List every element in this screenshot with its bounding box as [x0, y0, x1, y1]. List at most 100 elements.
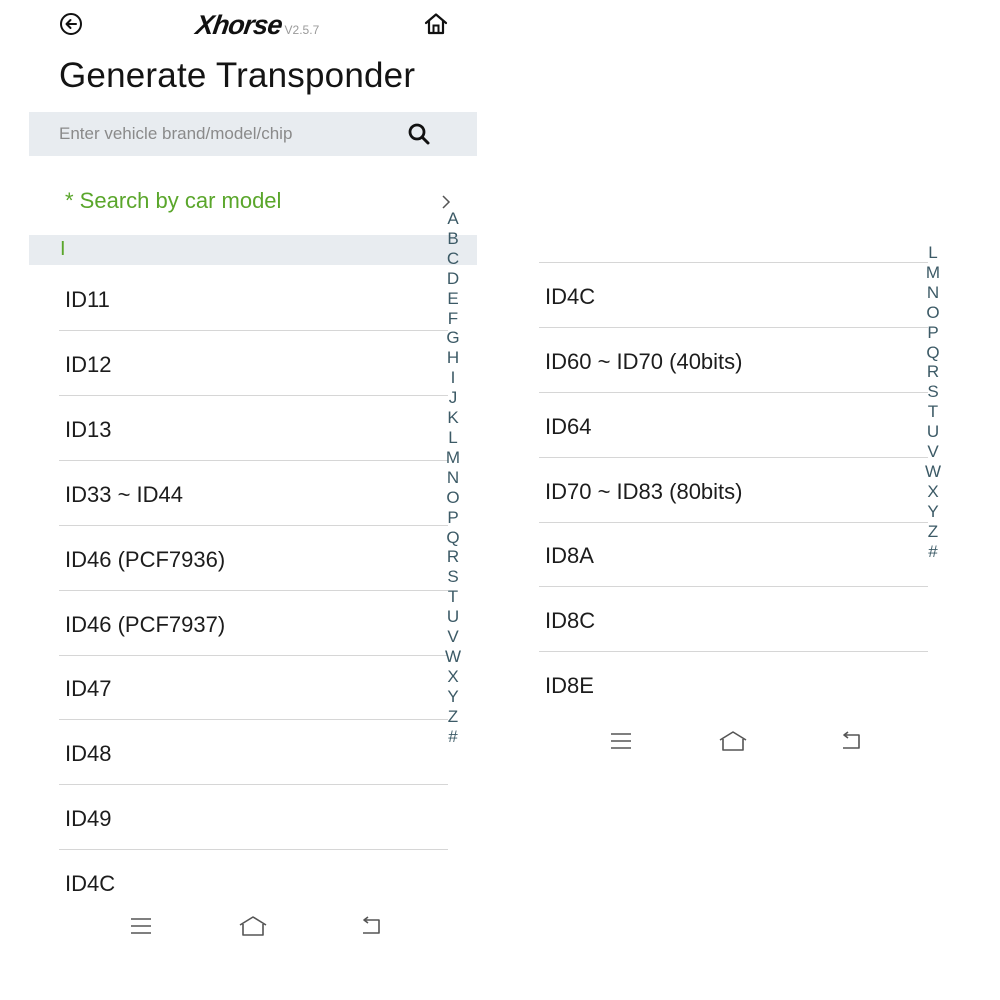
- index-letter[interactable]: S: [447, 567, 458, 587]
- search-icon[interactable]: [407, 122, 431, 146]
- home-outline-icon: [719, 731, 747, 751]
- nav-menu-button[interactable]: [604, 727, 638, 755]
- index-letter[interactable]: M: [446, 448, 460, 468]
- index-letter[interactable]: R: [447, 547, 459, 567]
- index-letter[interactable]: T: [928, 402, 938, 422]
- page-title: Generate Transponder: [59, 56, 416, 95]
- list-item-label: ID47: [65, 676, 112, 701]
- app-version: V2.5.7: [284, 23, 320, 37]
- list-item[interactable]: ID8E: [539, 652, 928, 716]
- list-item-label: ID13: [65, 417, 112, 442]
- return-icon: [843, 731, 860, 749]
- index-letter[interactable]: I: [451, 368, 456, 388]
- index-letter[interactable]: T: [448, 587, 458, 607]
- index-letter[interactable]: Z: [928, 522, 938, 542]
- logo-text: Xhorse: [193, 10, 284, 40]
- nav-menu-button[interactable]: [124, 912, 158, 940]
- index-letter[interactable]: Q: [926, 343, 939, 363]
- index-letter[interactable]: V: [447, 627, 458, 647]
- list-item[interactable]: ID48: [59, 720, 448, 785]
- index-letter[interactable]: D: [447, 269, 459, 289]
- index-letter[interactable]: O: [926, 303, 939, 323]
- list-item[interactable]: ID33 ~ ID44: [59, 461, 448, 526]
- list-item[interactable]: ID12: [59, 331, 448, 396]
- index-letter[interactable]: L: [448, 428, 457, 448]
- list-item[interactable]: ID4C: [59, 850, 448, 914]
- list-item-label: ID60 ~ ID70 (40bits): [545, 349, 743, 374]
- xhorse-logo: Xhorse V2.5.7: [193, 10, 320, 42]
- index-letter[interactable]: Y: [927, 502, 938, 522]
- home-icon[interactable]: [423, 11, 449, 37]
- list-item[interactable]: ID60 ~ ID70 (40bits): [539, 328, 928, 393]
- index-letter[interactable]: P: [447, 508, 458, 528]
- index-letter[interactable]: P: [927, 323, 938, 343]
- index-letter[interactable]: Y: [447, 687, 458, 707]
- search-by-car-model-link[interactable]: * Search by car model: [65, 188, 281, 214]
- index-letter[interactable]: L: [928, 243, 937, 263]
- index-letter[interactable]: R: [927, 362, 939, 382]
- search-input[interactable]: [29, 112, 399, 156]
- index-letter[interactable]: V: [927, 442, 938, 462]
- list-item-label: ID70 ~ ID83 (80bits): [545, 479, 743, 504]
- list-item-label: ID46 (PCF7937): [65, 612, 226, 637]
- return-icon: [363, 916, 380, 934]
- list-item-label: ID64: [545, 414, 592, 439]
- index-letter[interactable]: W: [445, 647, 461, 667]
- list-item-label: ID4C: [545, 284, 596, 309]
- list-item-label: ID4C: [65, 871, 116, 896]
- list-item-label: ID46 (PCF7936): [65, 547, 226, 572]
- index-letter[interactable]: B: [447, 229, 458, 249]
- index-letter[interactable]: #: [448, 727, 457, 747]
- list-item[interactable]: ID49: [59, 785, 448, 850]
- chevron-right-icon[interactable]: [440, 194, 452, 210]
- list-item[interactable]: ID13: [59, 396, 448, 461]
- index-letter[interactable]: U: [447, 607, 459, 627]
- list-item[interactable]: ID8A: [539, 522, 928, 587]
- list-item-label: ID8C: [545, 608, 596, 633]
- index-letter[interactable]: N: [927, 283, 939, 303]
- index-letter[interactable]: N: [447, 468, 459, 488]
- menu-icon: [611, 733, 631, 749]
- list-item[interactable]: ID70 ~ ID83 (80bits): [539, 458, 928, 523]
- index-letter[interactable]: K: [447, 408, 458, 428]
- back-arrow-icon[interactable]: [59, 12, 83, 36]
- index-letter[interactable]: X: [927, 482, 938, 502]
- index-letter[interactable]: Q: [446, 528, 459, 548]
- index-letter[interactable]: X: [447, 667, 458, 687]
- index-letter[interactable]: F: [448, 309, 458, 329]
- list-item-label: ID11: [65, 287, 110, 312]
- alphabet-index: L M N O P Q R S T U V W X Y Z #: [923, 243, 943, 562]
- section-letter: I: [60, 238, 66, 260]
- index-letter[interactable]: O: [446, 488, 459, 508]
- index-letter[interactable]: J: [449, 388, 458, 408]
- search-bar: [29, 112, 477, 156]
- list-item[interactable]: ID46 (PCF7936): [59, 526, 448, 591]
- index-letter[interactable]: A: [447, 209, 458, 229]
- menu-icon: [131, 918, 151, 934]
- list-item[interactable]: ID46 (PCF7937): [59, 591, 448, 656]
- index-letter[interactable]: #: [928, 542, 937, 562]
- nav-home-button[interactable]: [236, 912, 270, 940]
- list-item[interactable]: ID11: [59, 266, 448, 331]
- index-letter[interactable]: E: [447, 289, 458, 309]
- list-item-label: ID12: [65, 352, 112, 377]
- index-letter[interactable]: S: [927, 382, 938, 402]
- nav-back-button[interactable]: [834, 727, 868, 755]
- index-letter[interactable]: U: [927, 422, 939, 442]
- alphabet-index: A B C D E F G H I J K L M N O P Q R S T …: [443, 209, 463, 746]
- index-letter[interactable]: Z: [448, 707, 458, 727]
- index-letter[interactable]: C: [447, 249, 459, 269]
- home-outline-icon: [239, 916, 267, 936]
- index-letter[interactable]: G: [446, 328, 459, 348]
- list-item-label: ID48: [65, 741, 112, 766]
- nav-home-button[interactable]: [716, 727, 750, 755]
- index-letter[interactable]: W: [925, 462, 941, 482]
- list-item[interactable]: ID64: [539, 393, 928, 458]
- nav-back-button[interactable]: [354, 912, 388, 940]
- index-letter[interactable]: M: [926, 263, 940, 283]
- list-item[interactable]: ID8C: [539, 587, 928, 652]
- list-item[interactable]: ID4C: [539, 263, 928, 328]
- list-item-label: ID8A: [545, 543, 594, 568]
- index-letter[interactable]: H: [447, 348, 459, 368]
- list-item[interactable]: ID47: [59, 655, 448, 720]
